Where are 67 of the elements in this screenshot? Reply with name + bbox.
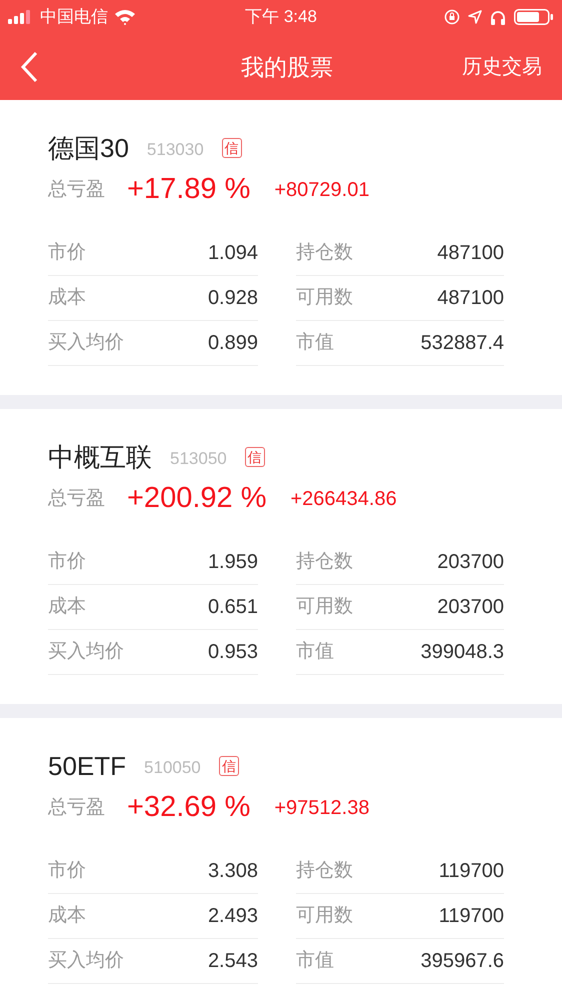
field-label: 市价 <box>48 550 86 574</box>
field-value: 119700 <box>438 904 504 929</box>
profit-label: 总亏盈 <box>48 486 105 511</box>
field-value: 0.953 <box>208 640 258 665</box>
back-icon <box>20 51 38 83</box>
field-value: 3.308 <box>208 859 258 884</box>
field-value: 1.959 <box>208 550 258 575</box>
margin-tag: 信 <box>222 138 242 158</box>
profit-label: 总亏盈 <box>48 796 105 820</box>
field-label: 市值 <box>296 948 334 973</box>
rotation-lock-icon <box>444 9 460 25</box>
stock-card[interactable]: 中概互联 513050 信 总亏盈 +200.92 % +266434.86 市价 1.959 成本 0.651 买入均价 0.953 持仓数 203700 可用数 203700 市值 399048.3 <box>0 409 562 704</box>
field-label: 买入均价 <box>48 330 124 355</box>
field-value: 0.928 <box>208 286 258 311</box>
carrier-name: 中国电信 <box>40 6 108 28</box>
stock-name: 德国30 <box>48 132 129 164</box>
stock-code: 510050 <box>144 757 201 780</box>
field-label: 市价 <box>48 240 86 265</box>
field-value: 487100 <box>437 241 504 266</box>
field-label: 可用数 <box>296 594 353 619</box>
field-value: 2.543 <box>208 949 258 974</box>
clock-time: 下午 3:48 <box>244 6 318 28</box>
field-label: 买入均价 <box>48 640 124 664</box>
profit-percent: +32.69 % <box>127 790 250 826</box>
field-label: 持仓数 <box>296 858 353 883</box>
profit-percent: +17.89 % <box>127 172 250 208</box>
field-label: 买入均价 <box>48 948 124 973</box>
field-label: 成本 <box>48 286 86 310</box>
margin-tag: 信 <box>218 756 239 776</box>
field-label: 成本 <box>48 594 86 619</box>
field-value: 203700 <box>437 595 504 620</box>
wifi-icon <box>114 9 136 25</box>
page-title: 我的股票 <box>240 52 334 82</box>
field-value: 1.094 <box>208 241 258 266</box>
field-value: 395967.6 <box>420 949 504 974</box>
stock-code: 513050 <box>170 448 227 470</box>
stock-card[interactable]: 德国30 513030 信 总亏盈 +17.89 % +80729.01 市价 1.094 成本 0.928 买入均价 0.899 持仓数 487100 可用数 487100 市值 532887.4 <box>0 100 562 395</box>
battery-icon <box>514 9 554 25</box>
field-value: 119700 <box>438 859 504 884</box>
field-label: 成本 <box>48 904 86 928</box>
field-label: 市价 <box>48 858 86 883</box>
profit-amount: +97512.38 <box>274 796 370 821</box>
field-label: 持仓数 <box>296 550 353 574</box>
profit-label: 总亏盈 <box>48 178 105 202</box>
margin-tag: 信 <box>244 447 265 467</box>
stock-name: 50ETF <box>48 750 126 782</box>
profit-percent: +200.92 % <box>127 481 266 516</box>
headphones-icon <box>490 10 506 24</box>
field-value: 487100 <box>437 286 504 311</box>
location-icon <box>468 10 482 24</box>
field-label: 市值 <box>296 640 334 664</box>
field-value: 399048.3 <box>420 640 504 665</box>
profit-amount: +80729.01 <box>274 178 370 203</box>
field-label: 可用数 <box>296 904 353 928</box>
field-label: 可用数 <box>296 286 353 310</box>
stock-name: 中概互联 <box>48 440 152 474</box>
field-value: 0.899 <box>208 331 258 356</box>
profit-amount: +266434.86 <box>290 487 397 512</box>
stock-code: 513030 <box>146 139 204 162</box>
field-value: 2.493 <box>208 904 258 929</box>
stock-card[interactable]: 50ETF 510050 信 总亏盈 +32.69 % +97512.38 市价 3.308 成本 2.493 买入均价 2.543 持仓数 119700 可用数 119700 市值 395967.6 <box>0 718 562 1000</box>
field-value: 203700 <box>437 550 504 575</box>
field-label: 市值 <box>296 330 334 355</box>
field-value: 532887.4 <box>420 331 504 356</box>
field-value: 0.651 <box>208 595 258 620</box>
history-trades-link[interactable]: 历史交易 <box>462 52 542 82</box>
field-label: 持仓数 <box>296 240 353 265</box>
